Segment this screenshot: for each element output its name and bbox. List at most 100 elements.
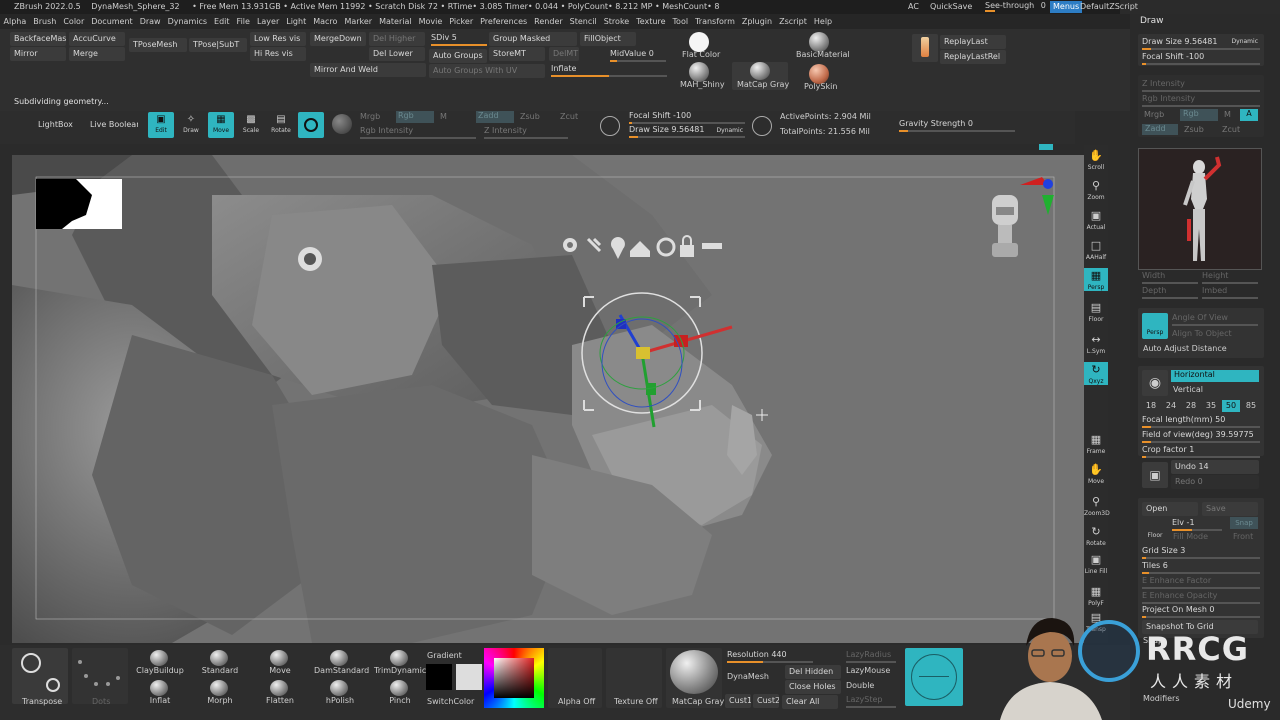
menu-file[interactable]: File <box>237 17 250 26</box>
close-holes-button[interactable]: Close Holes <box>785 680 841 694</box>
double-button[interactable]: Double <box>846 681 874 690</box>
modifiers-label[interactable]: Modifiers <box>1143 694 1180 703</box>
see-through-slider[interactable]: See-through 0 <box>985 1 1046 12</box>
tool-rotate[interactable]: ↻ Rotate <box>1084 524 1108 547</box>
focal-shift-slider[interactable]: Focal Shift -100 <box>629 110 745 124</box>
menu-zplugin[interactable]: Zplugin <box>742 17 772 26</box>
redo-slider[interactable]: Redo 0 <box>1171 475 1259 489</box>
panel-persp-button[interactable]: Persp <box>1142 313 1168 339</box>
panel-draw-size-slider[interactable]: Draw Size 9.56481 Dynamic <box>1142 36 1260 50</box>
tool-persp[interactable]: ▦ Persp <box>1084 268 1108 291</box>
brush-preview-tile[interactable] <box>905 648 963 706</box>
m-button[interactable]: M <box>440 112 447 121</box>
floor-button[interactable]: Floor <box>1142 518 1168 542</box>
menu-preferences[interactable]: Preferences <box>480 17 527 26</box>
menu-render[interactable]: Render <box>534 17 562 26</box>
tool-frame[interactable]: ▦ Frame <box>1084 432 1108 455</box>
del-lower-button[interactable]: Del Lower <box>369 47 425 61</box>
tool-zoom[interactable]: ⚲ Zoom <box>1084 178 1108 201</box>
camera-icon[interactable]: ◉ <box>1142 370 1168 396</box>
mah-shiny-swatch[interactable] <box>689 62 709 82</box>
draw-size-slider[interactable]: Draw Size 9.56481 Dynamic <box>629 124 745 138</box>
menu-draw[interactable]: Draw <box>140 17 161 26</box>
panel-m[interactable]: M <box>1224 110 1231 119</box>
live-boolean-button[interactable]: Live Boolean <box>86 118 138 132</box>
default-zscript[interactable]: DefaultZScript <box>1080 2 1138 11</box>
lazy-radius-slider[interactable]: LazyRadius <box>846 649 896 663</box>
del-higher-button[interactable]: Del Higher <box>369 32 425 46</box>
depth-slider[interactable]: Depth <box>1142 285 1198 299</box>
menu-stroke[interactable]: Stroke <box>604 17 630 26</box>
align-to-object[interactable]: Align To Object <box>1172 329 1232 338</box>
tool-polyf[interactable]: ▦ PolyF <box>1084 584 1108 607</box>
tpose-mesh-button[interactable]: TPoseMesh <box>129 38 187 52</box>
gravity-strength-slider[interactable]: Gravity Strength 0 <box>899 118 1015 132</box>
fov-slider[interactable]: Field of view(deg) 39.59775 <box>1142 429 1260 443</box>
store-mt-button[interactable]: StoreMT <box>489 47 545 61</box>
primary-color-swatch[interactable] <box>426 664 452 690</box>
draw-mode-button[interactable]: ✧ Draw <box>178 112 204 138</box>
menu-dynamics[interactable]: Dynamics <box>168 17 207 26</box>
menu-edit[interactable]: Edit <box>214 17 230 26</box>
flat-color-swatch[interactable] <box>689 32 709 52</box>
cust1-button[interactable]: Cust1 <box>725 694 751 708</box>
auto-groups-button[interactable]: Auto Groups <box>429 49 487 63</box>
fill-object-button[interactable]: FillObject <box>580 32 636 46</box>
accucurve-button[interactable]: AccuCurve <box>69 32 125 46</box>
menu-transform[interactable]: Transform <box>695 17 735 26</box>
merge-down-button[interactable]: MergeDown <box>310 32 366 46</box>
brush-morph-icon[interactable] <box>210 680 228 696</box>
menu-macro[interactable]: Macro <box>313 17 337 26</box>
tool-line-fill[interactable]: ▣ Line Fill <box>1084 552 1108 575</box>
z-intensity-slider[interactable]: Z Intensity <box>484 125 568 139</box>
clear-all-button[interactable]: Clear All <box>782 695 838 709</box>
brush-flatten-label[interactable]: Flatten <box>254 696 306 705</box>
mid-value-slider[interactable]: MidValue 0 <box>610 48 666 62</box>
tiles-slider[interactable]: Tiles 6 <box>1142 560 1260 574</box>
brush-claybuildup-label[interactable]: ClayBuildup <box>134 666 186 675</box>
menu-picker[interactable]: Picker <box>449 17 473 26</box>
ac-label[interactable]: AC <box>908 2 919 11</box>
panel-zadd[interactable]: Zadd <box>1142 124 1178 135</box>
quicksave-button[interactable]: QuickSave <box>930 2 972 11</box>
tool-actual[interactable]: ▣ Actual <box>1084 208 1108 231</box>
menu-movie[interactable]: Movie <box>419 17 443 26</box>
height-slider[interactable]: Height <box>1202 270 1258 284</box>
polyskin-swatch[interactable] <box>809 64 829 84</box>
brush-pinch-icon[interactable] <box>390 680 408 696</box>
rgb-button[interactable]: Rgb <box>396 111 434 123</box>
document-thumbnail[interactable] <box>1138 148 1262 270</box>
replay-last-button[interactable]: ReplayLast <box>940 35 1006 49</box>
brush-trimdynamic-icon[interactable] <box>390 650 408 666</box>
rgb-intensity-slider[interactable]: Rgb Intensity <box>360 125 476 139</box>
fill-mode[interactable]: Fill Mode <box>1173 532 1208 541</box>
brush-move-label[interactable]: Move <box>254 666 306 675</box>
material-sphere-icon[interactable] <box>332 114 352 134</box>
mirror-button[interactable]: Mirror <box>10 47 66 61</box>
zsub-button[interactable]: Zsub <box>520 112 540 121</box>
panel-focal-shift-slider[interactable]: Focal Shift -100 <box>1142 51 1260 65</box>
menu-layer[interactable]: Layer <box>257 17 279 26</box>
brush-trimdynamic-label[interactable]: TrimDynamic <box>374 666 426 675</box>
lazy-mouse-button[interactable]: LazyMouse <box>846 666 890 675</box>
draw-size-icon[interactable] <box>752 116 772 136</box>
menu-texture[interactable]: Texture <box>636 17 665 26</box>
menus-toggle[interactable]: Menus <box>1050 1 1083 13</box>
switch-color-label[interactable]: SwitchColor <box>427 697 474 706</box>
auto-adjust-distance[interactable]: Auto Adjust Distance <box>1143 344 1227 353</box>
lightbox-button[interactable]: LightBox <box>34 118 76 132</box>
lock-icon[interactable]: ▣ <box>1142 462 1168 488</box>
group-masked-button[interactable]: Group Masked <box>489 32 577 46</box>
tool-floor[interactable]: ▤ Floor <box>1084 300 1108 323</box>
brush-damstandard-label[interactable]: DamStandard <box>314 666 369 675</box>
lazy-step-slider[interactable]: LazyStep <box>846 694 896 708</box>
panel-rgb[interactable]: Rgb <box>1180 109 1218 121</box>
brush-pinch-label[interactable]: Pinch <box>374 696 426 705</box>
project-on-mesh-slider[interactable]: Project On Mesh 0 <box>1142 604 1260 618</box>
dynamesh-button[interactable]: DynaMesh <box>727 672 769 681</box>
brush-claybuildup-icon[interactable] <box>150 650 168 666</box>
tool-scroll[interactable]: ✋ Scroll <box>1084 148 1108 171</box>
inflate-slider[interactable]: Inflate <box>551 63 667 77</box>
zadd-button[interactable]: Zadd <box>476 111 514 123</box>
lens-35[interactable]: 35 <box>1202 400 1220 412</box>
